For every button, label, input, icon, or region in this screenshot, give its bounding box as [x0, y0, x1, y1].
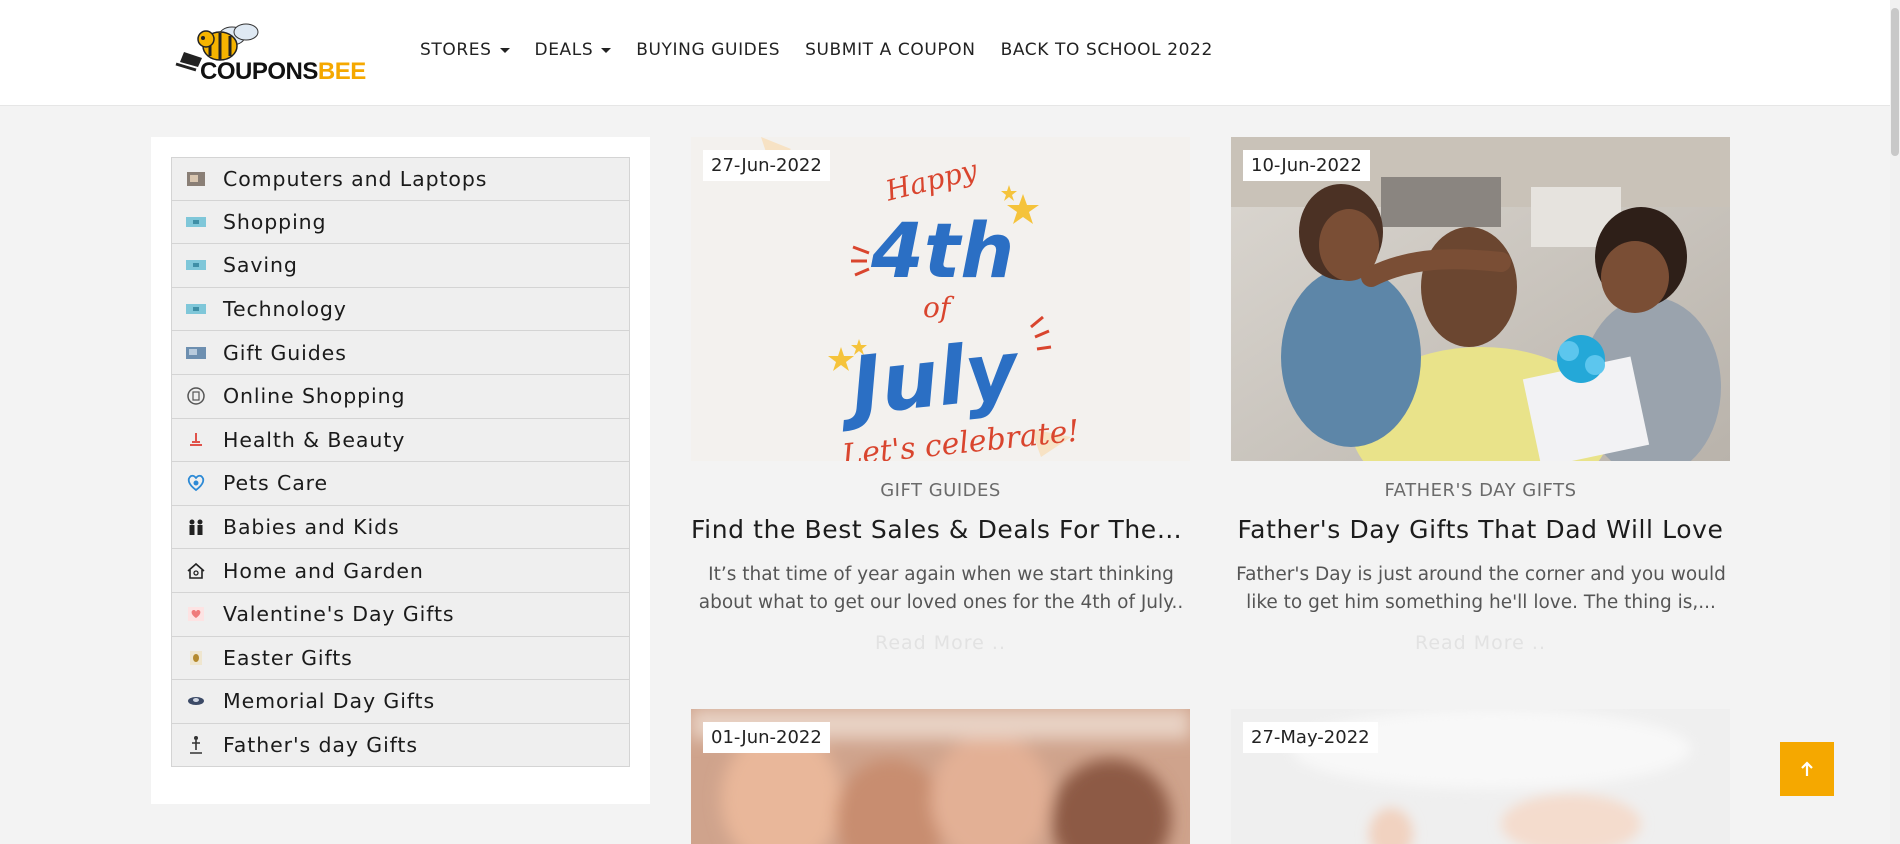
valentines-icon — [186, 604, 206, 624]
image-text-4th: 4th — [870, 206, 1014, 295]
category-gift-guides[interactable]: Gift Guides — [171, 331, 630, 375]
gift-guides-icon — [186, 343, 206, 363]
technology-icon — [186, 299, 206, 319]
category-technology[interactable]: Technology — [171, 287, 630, 332]
site-logo[interactable]: COUPONSBEE — [172, 12, 366, 86]
pets-care-icon — [186, 473, 206, 493]
post-date: 01-Jun-2022 — [703, 722, 830, 753]
post-image[interactable]: 01-Jun-2022 — [691, 709, 1190, 844]
read-more-link[interactable]: Read More .. — [691, 632, 1190, 654]
category-pets-care[interactable]: Pets Care — [171, 462, 630, 506]
post-image[interactable]: Happy 4th of July Let's celebrate! 27-Ju… — [691, 137, 1190, 461]
post-category[interactable]: GIFT GUIDES — [691, 480, 1190, 501]
category-health-beauty[interactable]: Health & Beauty — [171, 418, 630, 463]
category-computers-laptops[interactable]: Computers and Laptops — [171, 157, 630, 201]
category-easter-gifts[interactable]: Easter Gifts — [171, 636, 630, 681]
category-babies-kids[interactable]: Babies and Kids — [171, 505, 630, 550]
category-home-garden[interactable]: Home and Garden — [171, 549, 630, 593]
nav-stores[interactable]: STORES — [420, 40, 510, 60]
site-header: COUPONSBEE STORES DEALS BUYING GUIDES SU… — [0, 0, 1890, 106]
category-valentines-gifts[interactable]: Valentine's Day Gifts — [171, 592, 630, 637]
page-scrollbar[interactable] — [1890, 0, 1900, 844]
post-card: 01-Jun-2022 — [691, 709, 1190, 844]
category-memorial-day-gifts[interactable]: Memorial Day Gifts — [171, 680, 630, 724]
category-shopping[interactable]: Shopping — [171, 200, 630, 245]
post-image[interactable]: 10-Jun-2022 — [1231, 137, 1730, 461]
memorial-day-icon — [186, 691, 206, 711]
online-shopping-icon — [186, 386, 206, 406]
chevron-down-icon — [499, 47, 510, 53]
fathers-day-icon — [186, 735, 206, 755]
saving-icon — [186, 255, 206, 275]
nav-deals[interactable]: DEALS — [535, 40, 612, 60]
nav-submit-coupon[interactable]: SUBMIT A COUPON — [805, 40, 975, 60]
logo-text: COUPONSBEE — [200, 58, 366, 85]
computer-icon — [186, 169, 206, 189]
fourth-of-july-image: Happy 4th of July Let's celebrate! — [691, 137, 1190, 461]
category-sidebar: Computers and Laptops Shopping Saving Te… — [151, 137, 650, 804]
post-card: Happy 4th of July Let's celebrate! 27-Ju… — [691, 137, 1190, 677]
scrollbar-thumb[interactable] — [1891, 8, 1899, 156]
chevron-down-icon — [601, 47, 612, 53]
read-more-link[interactable]: Read More .. — [1231, 632, 1730, 654]
post-date: 10-Jun-2022 — [1243, 150, 1370, 181]
post-excerpt: Father's Day is just around the corner a… — [1236, 564, 1726, 613]
fathers-day-photo — [1231, 137, 1730, 461]
post-date: 27-May-2022 — [1243, 722, 1378, 753]
post-category[interactable]: FATHER'S DAY GIFTS — [1231, 480, 1730, 501]
category-online-shopping[interactable]: Online Shopping — [171, 374, 630, 419]
easter-icon — [186, 648, 206, 668]
image-text-of: of — [923, 291, 955, 324]
back-to-top-button[interactable] — [1780, 742, 1834, 796]
shopping-icon — [186, 212, 206, 232]
category-fathers-day-gifts[interactable]: Father's day Gifts — [171, 723, 630, 768]
post-image[interactable]: 27-May-2022 — [1231, 709, 1730, 844]
category-list: Computers and Laptops Shopping Saving Te… — [171, 157, 630, 768]
post-card: 27-May-2022 — [1231, 709, 1730, 844]
post-card: 10-Jun-2022 FATHER'S DAY GIFTS Father's … — [1231, 137, 1730, 677]
post-title[interactable]: Father's Day Gifts That Dad Will Love — [1231, 515, 1730, 544]
post-excerpt: It’s that time of year again when we sta… — [698, 564, 1184, 613]
image-text-july: July — [833, 323, 1025, 435]
post-title[interactable]: Find the Best Sales & Deals For The 4th … — [691, 515, 1190, 544]
main-nav: STORES DEALS BUYING GUIDES SUBMIT A COUP… — [420, 40, 1238, 60]
home-garden-icon — [186, 561, 206, 581]
arrow-up-icon — [1801, 761, 1813, 776]
nav-back-to-school[interactable]: BACK TO SCHOOL 2022 — [1001, 40, 1213, 60]
babies-kids-icon — [186, 517, 206, 537]
category-saving[interactable]: Saving — [171, 244, 630, 288]
health-beauty-icon — [186, 430, 206, 450]
nav-buying-guides[interactable]: BUYING GUIDES — [636, 40, 780, 60]
post-date: 27-Jun-2022 — [703, 150, 830, 181]
